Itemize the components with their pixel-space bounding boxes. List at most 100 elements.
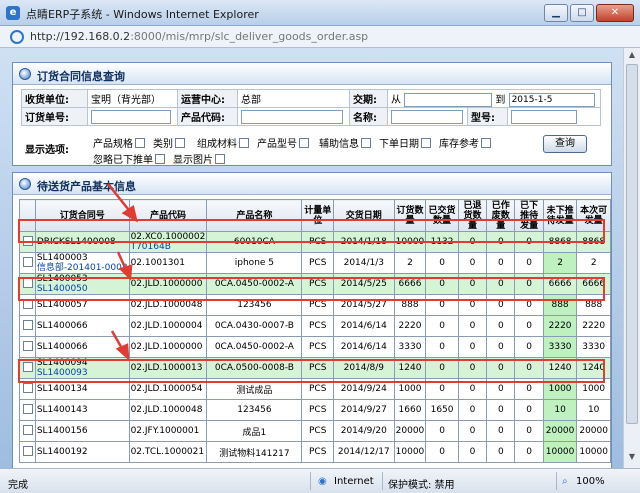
option-category-checkbox[interactable]: [175, 138, 185, 148]
cell-contract-text: SL1400156: [36, 426, 88, 436]
option-aux-checkbox[interactable]: [361, 138, 371, 148]
cell-date: 2014/8/9: [332, 357, 395, 379]
option-order-date[interactable]: 下单日期: [379, 135, 431, 150]
scroll-up-icon[interactable]: ▲: [626, 50, 638, 62]
column-header[interactable]: 计量单位: [301, 199, 334, 232]
option-show-image-checkbox[interactable]: [215, 154, 225, 164]
zoom-icon[interactable]: ⌕: [562, 476, 568, 487]
table-row[interactable]: SL1400003 信息部-201401-0003 02.1001301 iphone…: [19, 252, 611, 274]
cell-available-text: 10: [587, 405, 600, 415]
scrollbar-thumb[interactable]: [626, 64, 638, 424]
row-checkbox[interactable]: [23, 320, 34, 330]
row-checkbox[interactable]: [23, 425, 34, 435]
table-row[interactable]: SL1400143 02.JLD.1000048 123456 PCS 2014/9/2…: [19, 399, 611, 421]
option-ignore-pushed[interactable]: 忽略已下推单: [93, 151, 165, 166]
cell-code-link[interactable]: T70164B: [131, 242, 206, 252]
column-header[interactable]: 未下推待发量: [542, 199, 578, 232]
row-checkbox[interactable]: [23, 236, 34, 246]
panel-toggle-icon[interactable]: [19, 68, 31, 80]
cell-unpushed-text: 888: [551, 300, 569, 310]
product-code-input[interactable]: [241, 109, 343, 124]
column-header[interactable]: 订货数量: [393, 199, 427, 232]
option-spec-checkbox[interactable]: [135, 138, 145, 148]
option-material-checkbox[interactable]: [239, 138, 249, 148]
cell-qty-text: 2: [407, 258, 413, 268]
cell-qty-text: 888: [401, 300, 419, 310]
name-input[interactable]: [391, 109, 463, 124]
option-material[interactable]: 组成材料: [197, 135, 249, 150]
column-header[interactable]: 本次可发量: [576, 199, 611, 232]
cell-contract: SL1400156: [34, 420, 130, 442]
cell-date-text: 2014/5/27: [340, 300, 387, 310]
row-checkbox[interactable]: [23, 362, 34, 372]
cell-returned-text: 0: [469, 363, 476, 373]
cell-voided: 0: [486, 399, 516, 421]
row-checkbox[interactable]: [23, 404, 34, 414]
date-to-input[interactable]: 2015-1-5: [508, 92, 595, 107]
row-checkbox[interactable]: [23, 341, 34, 351]
table-row[interactable]: SL1400094 SL1400093 02.JLD.1000013 0CA.0500…: [19, 357, 611, 379]
option-spec[interactable]: 产品规格: [93, 135, 145, 150]
option-category-label: 类别: [153, 139, 173, 150]
cell-returned-text: 0: [469, 384, 476, 394]
model-label: 型号:: [467, 107, 508, 126]
cell-contract-link[interactable]: SL1400093: [37, 368, 128, 378]
column-header[interactable]: 订货合同号: [34, 199, 130, 232]
column-header[interactable]: 已作废数量: [486, 199, 516, 232]
option-model-checkbox[interactable]: [299, 138, 309, 148]
cell-name: 测试成品: [206, 378, 303, 400]
column-header[interactable]: 交货日期: [332, 199, 395, 232]
row-checkbox[interactable]: [23, 446, 34, 456]
option-order-date-checkbox[interactable]: [421, 138, 431, 148]
table-row[interactable]: SL1400066 02.JLD.1000004 0CA.0430-0007-B PC…: [19, 315, 611, 337]
table-row[interactable]: SL1400134 02.JLD.1000054 测试成品 PCS 2014/9/24 1…: [19, 378, 611, 400]
cell-voided: 0: [486, 441, 516, 463]
order-no-input[interactable]: [91, 109, 171, 124]
column-header[interactable]: 产品代码: [128, 199, 208, 232]
cell-code: 02.JLD.1000013: [128, 357, 208, 379]
column-header[interactable]: 已交货数量: [425, 199, 459, 232]
cell-date-text: 2014/5/25: [340, 279, 387, 289]
close-button[interactable]: ✕: [596, 4, 634, 22]
table-row[interactable]: DRICKSL1400008 02.XC0.1000002 T70164B 60010…: [19, 231, 611, 253]
address-bar[interactable]: http://192.168.0.2:8000/mis/mrp/slc_deli…: [0, 26, 640, 48]
zoom-level[interactable]: 100%: [576, 476, 605, 487]
model-input[interactable]: [511, 109, 577, 124]
cell-name-text: 成品1: [242, 427, 267, 438]
option-stock-checkbox[interactable]: [481, 138, 491, 148]
row-checkbox[interactable]: [23, 299, 34, 309]
maximize-button[interactable]: □: [570, 4, 594, 22]
query-button[interactable]: 查询: [543, 135, 587, 153]
scroll-down-icon[interactable]: ▼: [626, 452, 638, 464]
status-bar: 完成 ◉ Internet 保护模式: 禁用 ⌕ 100%: [0, 468, 640, 493]
url-text[interactable]: http://192.168.0.2:8000/mis/mrp/slc_deli…: [30, 30, 368, 43]
column-header[interactable]: 已下推待发量: [514, 199, 544, 232]
cell-contract-link[interactable]: 信息部-201401-0003: [37, 263, 128, 273]
vertical-scrollbar[interactable]: ▲ ▼: [623, 48, 640, 468]
table-row[interactable]: SL1400057 02.JLD.1000048 123456 PCS 2014/5/2…: [19, 294, 611, 316]
row-checkbox[interactable]: [23, 383, 34, 393]
table-row[interactable]: SL1400156 02.JFY.1000001 成品1 PCS 2014/9/20 20…: [19, 420, 611, 442]
column-header[interactable]: 已退货数量: [457, 199, 488, 232]
cell-code-text: 02.1001301: [130, 258, 185, 268]
option-stock[interactable]: 库存参考: [439, 135, 491, 150]
option-model[interactable]: 产品型号: [257, 135, 309, 150]
column-header[interactable]: 产品名称: [206, 199, 303, 232]
option-stock-label: 库存参考: [439, 139, 479, 150]
option-aux[interactable]: 辅助信息: [319, 135, 371, 150]
option-ignore-pushed-checkbox[interactable]: [155, 154, 165, 164]
table-row[interactable]: SL1400192 02.TCL.1000021 测试物料141217 PCS 2014…: [19, 441, 611, 463]
cell-contract-link[interactable]: SL1400050: [37, 284, 128, 294]
date-from-input[interactable]: [404, 92, 493, 107]
table-row[interactable]: SL1400066 02.JLD.1000000 0CA.0450-0002-A PC…: [19, 336, 611, 358]
option-category[interactable]: 类别: [153, 135, 185, 150]
row-checkbox[interactable]: [23, 257, 34, 267]
cell-unpushed: 10: [542, 399, 578, 421]
option-show-image[interactable]: 显示图片: [173, 151, 225, 166]
table-row[interactable]: SL1400053 SL1400050 02.JLD.1000000 0CA.0450…: [19, 273, 611, 295]
select-column-header: [19, 199, 36, 232]
minimize-button[interactable]: ▁: [544, 4, 568, 22]
cell-unpushed: 1240: [542, 357, 578, 379]
row-checkbox[interactable]: [23, 278, 34, 288]
panel-toggle-icon[interactable]: [19, 178, 31, 190]
